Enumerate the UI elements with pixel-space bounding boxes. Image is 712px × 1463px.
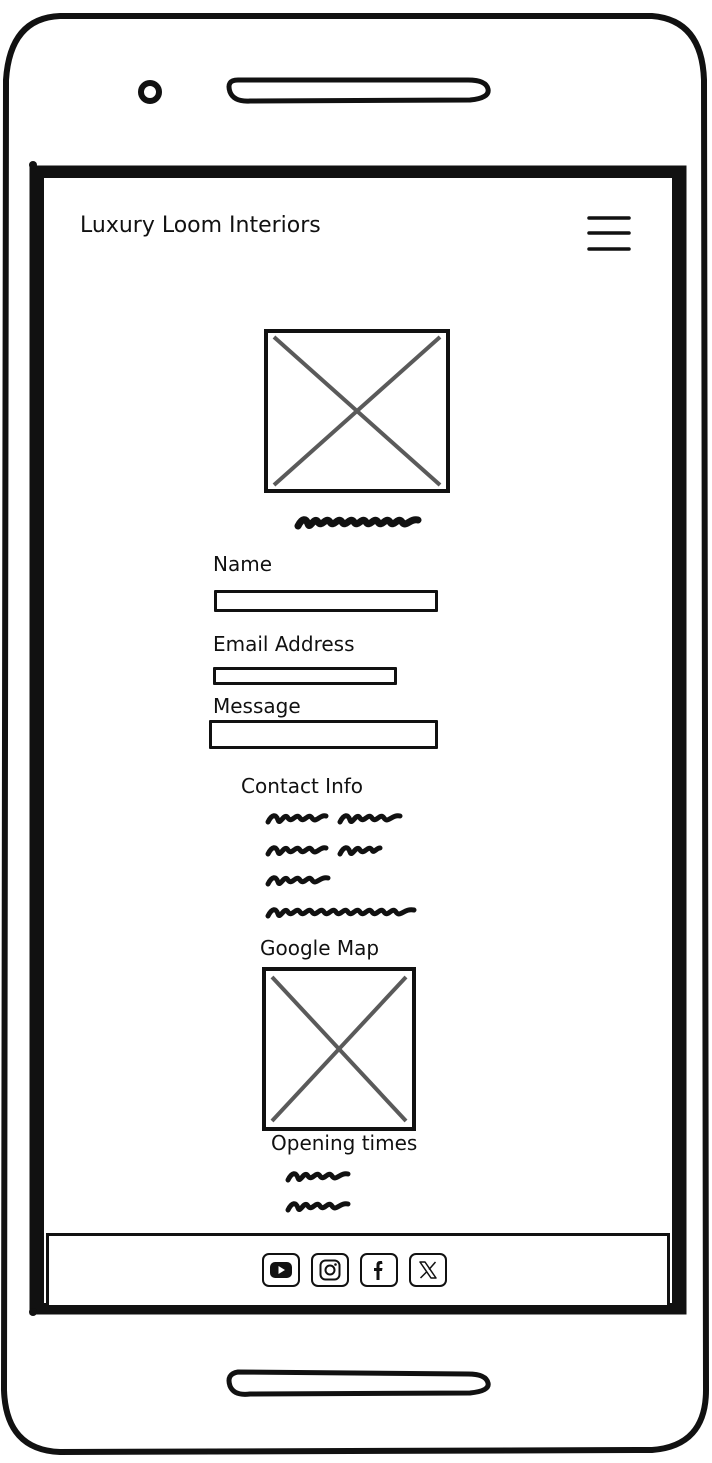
name-field[interactable] [214,590,438,612]
instagram-icon[interactable] [311,1253,349,1287]
footer-bar [46,1233,670,1305]
hours-heading: Opening times [271,1131,418,1155]
contact-details-scribble [265,813,417,919]
brand-title[interactable]: Luxury Loom Interiors [80,213,321,238]
hamburger-icon[interactable] [586,212,632,254]
email-label: Email Address [213,632,355,656]
map-heading: Google Map [260,936,380,960]
youtube-icon[interactable] [262,1253,300,1287]
contact-heading: Contact Info [241,774,364,798]
message-label: Message [213,694,301,718]
caption-scribble [294,516,422,530]
map-placeholder-icon[interactable] [262,967,416,1131]
message-field[interactable] [209,720,438,749]
name-label: Name [213,552,273,576]
email-field[interactable] [213,667,397,685]
hours-scribble [285,1171,351,1213]
image-placeholder-icon [264,329,450,493]
facebook-icon[interactable] [360,1253,398,1287]
x-icon[interactable] [409,1253,447,1287]
